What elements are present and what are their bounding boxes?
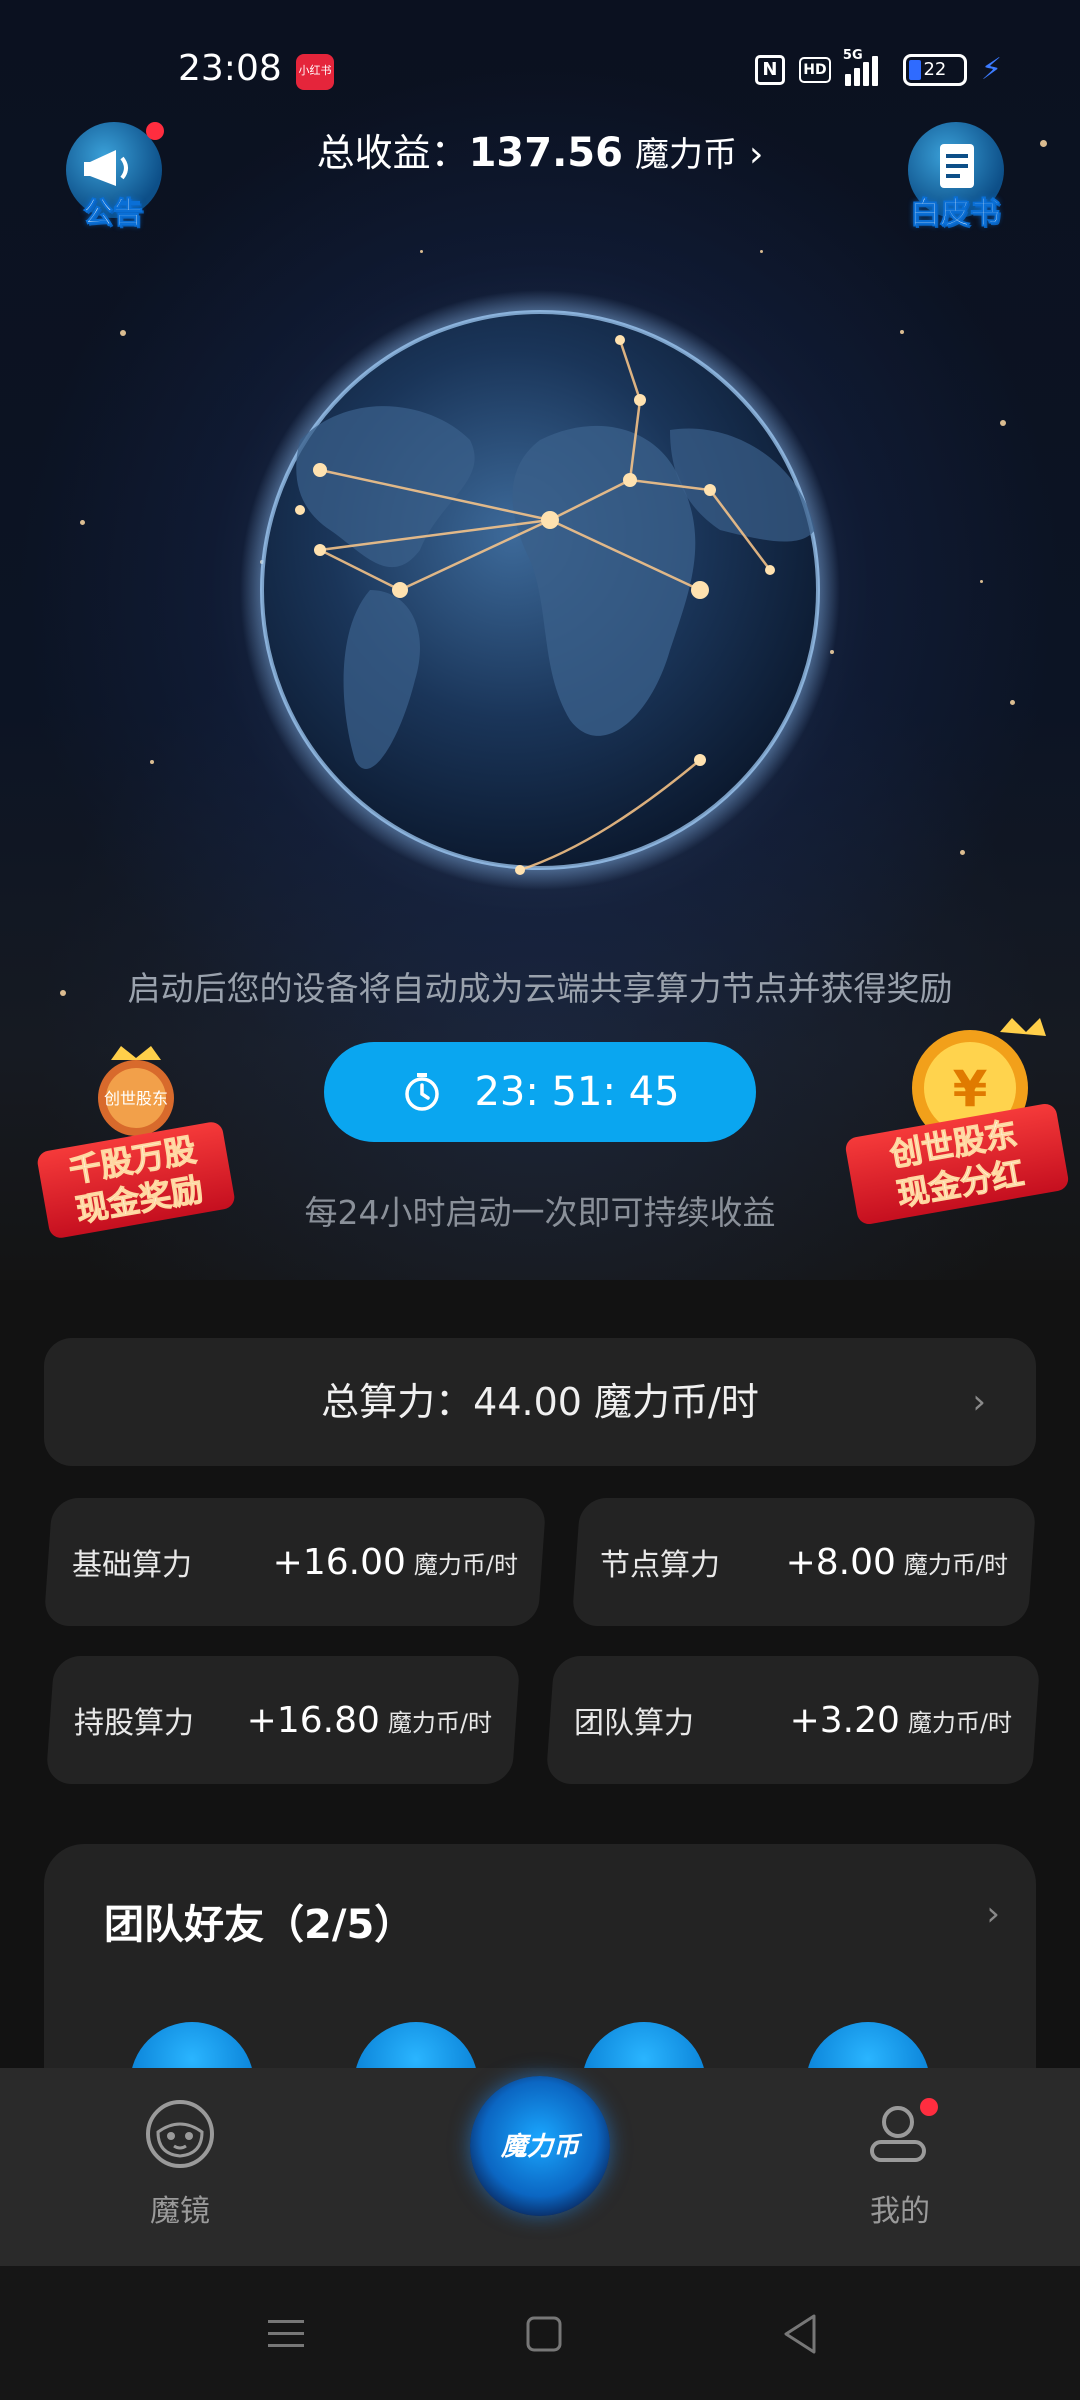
power-card-unit: 魔力币/时	[903, 1550, 1008, 1579]
star	[980, 580, 983, 583]
status-time: 23:08	[178, 48, 282, 89]
whitepaper-label: 白皮书	[910, 196, 1001, 232]
notice-label: 公告	[83, 196, 144, 232]
power-card-unit: 魔力币/时	[413, 1550, 518, 1579]
mine-unread-dot	[920, 2098, 938, 2116]
stopwatch-icon	[405, 1073, 440, 1111]
chevron-right-icon: ›	[986, 1894, 1000, 1934]
power-card-team: 团队算力 +3.20 魔力币/时	[545, 1656, 1041, 1784]
nav-tab-mirror[interactable]: 魔镜	[80, 2098, 280, 2230]
star	[150, 760, 154, 764]
power-card-shareholding: 持股算力 +16.80 魔力币/时	[45, 1656, 521, 1784]
total-earnings-link[interactable]: 总收益：137.56 魔力币 ›	[0, 122, 1080, 177]
star	[960, 850, 965, 855]
power-card-name: 节点算力	[600, 1548, 720, 1583]
node-description: 启动后您的设备将自动成为云端共享算力节点并获得奖励	[127, 969, 953, 1008]
nav-label: 魔镜	[150, 2194, 210, 2229]
status-icons: N HD 5G 22 ⚡	[754, 48, 1002, 87]
power-card-unit: 魔力币/时	[387, 1708, 492, 1737]
total-computing-power-card[interactable]: 总算力：44.00 魔力币/时 ›	[44, 1338, 1036, 1466]
home-icon[interactable]	[524, 2314, 564, 2354]
charging-icon: ⚡	[980, 52, 1002, 87]
system-navigation-bar	[0, 2266, 1080, 2400]
chevron-right-icon: ›	[972, 1382, 986, 1422]
network-type: 5G	[842, 47, 863, 63]
team-friends-card[interactable]: 团队好友（2/5） ›	[44, 1844, 1036, 2104]
signal-icon: 5G	[843, 48, 889, 86]
menu-icon[interactable]	[266, 2314, 306, 2354]
star	[900, 330, 904, 334]
app-badge-label: 小红书	[298, 64, 332, 77]
battery-level: 22	[923, 58, 947, 80]
earnings-unit: 魔力币	[635, 135, 738, 175]
nav-label: 我的	[870, 2194, 930, 2229]
power-card-value: +8.00	[785, 1541, 896, 1583]
globe-illustration	[240, 290, 840, 890]
power-card-basic: 基础算力 +16.00 魔力币/时	[43, 1498, 547, 1626]
star	[80, 520, 85, 525]
battery-icon: 22	[902, 53, 967, 86]
mining-timer-button[interactable]: 23: 51: 45	[324, 1042, 756, 1142]
status-bar: 23:08 小红书 N HD 5G 22 ⚡	[0, 0, 1080, 140]
star	[420, 250, 423, 253]
earnings-label: 总收益：	[316, 131, 469, 175]
nfc-icon: N	[754, 54, 785, 85]
coin-label: 魔力币	[500, 2132, 579, 2162]
promo-left-badge: 创世股东	[104, 1089, 168, 1108]
team-friends-title: 团队好友（2/5）	[104, 1902, 415, 1948]
earnings-value: 137.56	[468, 130, 623, 176]
power-card-value: +16.00	[272, 1541, 406, 1583]
mascot-face-icon	[146, 2100, 214, 2168]
power-card-value: +16.80	[246, 1699, 380, 1741]
chevron-right-icon: ›	[749, 134, 764, 175]
svg-text:¥: ¥	[953, 1060, 988, 1118]
nav-tab-mine[interactable]: 我的	[800, 2098, 1000, 2230]
power-card-value: +3.20	[789, 1699, 900, 1741]
power-card-name: 基础算力	[72, 1548, 192, 1583]
power-card-unit: 魔力币/时	[907, 1708, 1012, 1737]
power-card-name: 持股算力	[74, 1706, 194, 1741]
shareholder-dividend-banner[interactable]: ¥ 创世股东 现金分红	[843, 1018, 1071, 1238]
power-card-node: 节点算力 +8.00 魔力币/时	[571, 1498, 1037, 1626]
star	[1000, 420, 1006, 426]
star	[760, 250, 763, 253]
countdown-timer: 23: 51: 45	[474, 1069, 680, 1115]
star	[120, 330, 126, 336]
star	[1010, 700, 1015, 705]
hd-icon: HD	[798, 56, 831, 83]
total-power-label: 总算力：44.00 魔力币/时	[321, 1380, 759, 1424]
nav-tab-magic-coin[interactable]: 魔力币	[470, 2076, 610, 2216]
power-card-name: 团队算力	[574, 1706, 694, 1741]
xiaohongshu-notification-icon: 小红书	[296, 54, 334, 90]
back-icon[interactable]	[780, 2312, 820, 2356]
shareholder-reward-banner[interactable]: 创世股东 千股万股 现金奖励	[35, 1038, 237, 1240]
